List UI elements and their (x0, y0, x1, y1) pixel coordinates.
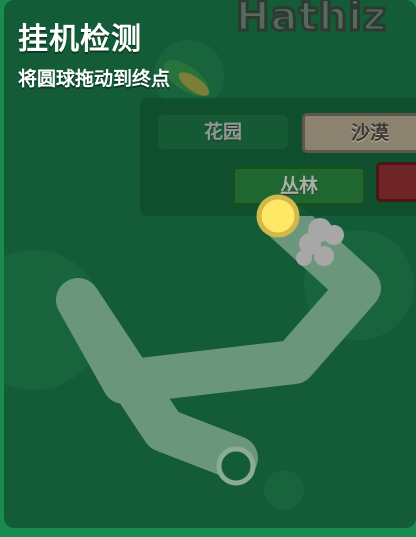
tab-locked[interactable] (376, 162, 416, 202)
brand-watermark: Hathiz (234, 0, 388, 42)
tab-garden[interactable]: 花园 (158, 115, 288, 149)
tab-jungle[interactable]: 丛林 (232, 166, 366, 206)
drag-ball[interactable] (256, 194, 300, 238)
goal-hole (216, 446, 256, 486)
game-viewport: Hathiz 挂机检测 将圆球拖动到终点 花园 沙漠 丛林 (0, 0, 416, 537)
page-title: 挂机检测 (18, 22, 142, 57)
tab-desert[interactable]: 沙漠 (302, 113, 416, 153)
game-board: Hathiz 挂机检测 将圆球拖动到终点 花园 沙漠 丛林 (4, 0, 416, 528)
instruction-text: 将圆球拖动到终点 (18, 68, 171, 90)
